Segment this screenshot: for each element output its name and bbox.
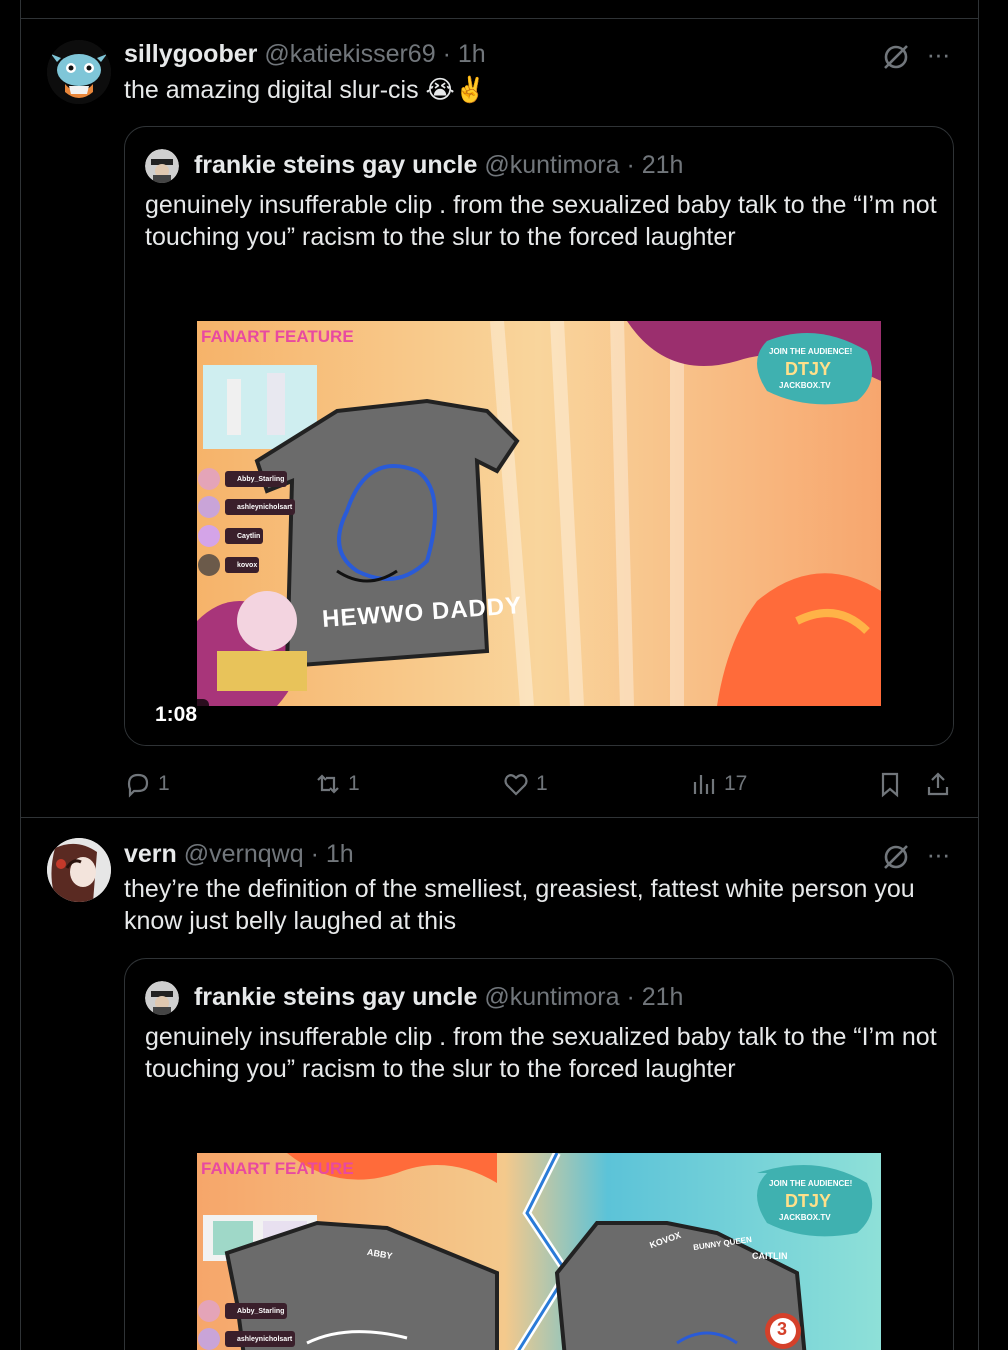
repost-icon xyxy=(317,774,339,794)
post-time[interactable]: · 1h xyxy=(311,840,354,868)
share-button[interactable] xyxy=(924,766,958,802)
badge-line2: JACKBOX.TV xyxy=(779,1213,831,1222)
reply-count: 1 xyxy=(158,772,170,795)
video-overlay-title: FANART FEATURE xyxy=(201,327,354,346)
video-overlay-title: FANART FEATURE xyxy=(201,1159,354,1178)
views-button[interactable]: 17 xyxy=(690,766,747,802)
video-player[interactable]: FANART FEATURE Abby_Starling ashleynicho… xyxy=(125,281,953,745)
player-name: Abby_Starling xyxy=(237,476,285,483)
post-divider xyxy=(21,817,978,818)
post-time[interactable]: · 1h xyxy=(443,40,486,68)
post-text: the amazing digital slur-cis 😭✌️ xyxy=(124,76,486,104)
video-player[interactable]: FANART FEATURE Abby_Starling ashleynicho… xyxy=(125,1113,953,1350)
like-button[interactable]: 1 xyxy=(502,766,548,802)
reply-button[interactable]: 1 xyxy=(124,766,170,802)
rank-badge: 3 xyxy=(777,1319,788,1339)
badge-logo: DTJY xyxy=(785,359,832,379)
quote-handle[interactable]: @kuntimora xyxy=(484,151,619,179)
avatar[interactable] xyxy=(47,40,111,104)
post-text: they’re the definition of the smelliest,… xyxy=(124,875,915,935)
quote-text: genuinely insufferable clip . from the s… xyxy=(145,191,937,251)
quote-time[interactable]: · 21h xyxy=(626,983,683,1011)
display-name[interactable]: sillygoober xyxy=(124,40,257,68)
video-frame[interactable]: FANART FEATURE Abby_Starling ashleynicho… xyxy=(197,1153,881,1350)
video-frame[interactable]: FANART FEATURE Abby_Starling ashleynicho… xyxy=(197,321,881,706)
share-icon xyxy=(927,772,949,796)
display-name[interactable]: vern xyxy=(124,840,177,868)
action-bar: 1 1 1 17 xyxy=(124,766,954,802)
quote-avatar xyxy=(145,981,179,1016)
shirt-tag: CAITLIN xyxy=(752,1251,788,1261)
grok-icon[interactable] xyxy=(881,42,911,72)
avatar[interactable] xyxy=(47,838,111,902)
repost-button[interactable]: 1 xyxy=(314,766,360,802)
more-options-icon[interactable]: ··· xyxy=(923,841,953,874)
repost-count: 1 xyxy=(348,772,360,795)
quote-tweet[interactable]: frankie steins gay uncle @kuntimora · 21… xyxy=(124,126,954,746)
badge-logo: DTJY xyxy=(785,1191,832,1211)
player-name: ashleynicholsart xyxy=(237,504,293,511)
reply-icon xyxy=(127,773,149,798)
like-count: 1 xyxy=(536,772,548,795)
player-name: Caytlin xyxy=(237,533,261,540)
views-icon xyxy=(693,775,715,794)
player-name: kovox xyxy=(237,562,258,569)
badge-line2: JACKBOX.TV xyxy=(779,381,831,390)
heart-icon xyxy=(504,774,528,796)
quote-time[interactable]: · 21h xyxy=(626,151,683,179)
handle[interactable]: @katiekisser69 xyxy=(264,40,435,68)
post-header: vern @vernqwq · 1h xyxy=(124,838,354,870)
grok-icon[interactable] xyxy=(881,842,911,872)
timeline-column: sillygoober @katiekisser69 · 1h ··· the … xyxy=(20,0,979,1350)
video-duration: 1:08 xyxy=(143,699,210,731)
quote-avatar xyxy=(145,149,179,184)
player-name: Abby_Starling xyxy=(237,1308,285,1315)
badge-line1: JOIN THE AUDIENCE! xyxy=(769,1179,853,1188)
handle[interactable]: @vernqwq xyxy=(184,840,304,868)
quote-display-name[interactable]: frankie steins gay uncle xyxy=(194,983,477,1011)
quote-tweet[interactable]: frankie steins gay uncle @kuntimora · 21… xyxy=(124,958,954,1350)
quote-header: frankie steins gay uncle @kuntimora · 21… xyxy=(145,979,683,1016)
quote-text: genuinely insufferable clip . from the s… xyxy=(145,1023,937,1083)
quote-handle[interactable]: @kuntimora xyxy=(484,983,619,1011)
post-header: sillygoober @katiekisser69 · 1h xyxy=(124,38,486,70)
more-options-icon[interactable]: ··· xyxy=(923,41,953,74)
quote-header: frankie steins gay uncle @kuntimora · 21… xyxy=(145,147,683,184)
top-divider xyxy=(21,18,978,19)
quote-display-name[interactable]: frankie steins gay uncle xyxy=(194,151,477,179)
bookmark-button[interactable] xyxy=(876,766,910,802)
badge-line1: JOIN THE AUDIENCE! xyxy=(769,347,853,356)
view-count: 17 xyxy=(724,772,748,795)
bookmark-icon xyxy=(881,772,899,798)
player-name: ashleynicholsart xyxy=(237,1336,293,1343)
